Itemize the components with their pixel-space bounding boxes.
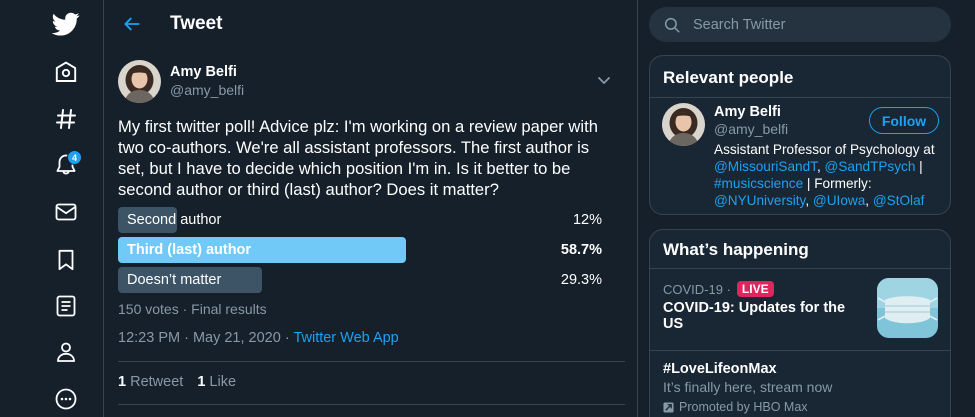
notification-badge: 4: [67, 150, 82, 165]
hashtag-icon[interactable]: [48, 101, 84, 137]
poll-option-percent: 58.7%: [560, 242, 602, 258]
poll-option: Third (last) author 58.7%: [118, 237, 608, 263]
bio-link[interactable]: @StOlaf: [873, 193, 925, 208]
bell-icon[interactable]: 4: [48, 147, 84, 183]
arrow-left-icon: [124, 17, 140, 31]
home-icon[interactable]: [48, 54, 84, 90]
tweet-options-button[interactable]: [594, 70, 614, 90]
tweet-text: My first twitter poll! Advice plz: I'm w…: [118, 117, 598, 199]
chevron-down-icon: [598, 77, 610, 84]
tweet-timestamp: 12:23 PM · May 21, 2020 · Twitter Web Ap…: [118, 330, 399, 346]
more-icon[interactable]: [48, 381, 84, 417]
search-icon: [664, 17, 680, 33]
trend-category-text: COVID-19 ·: [663, 281, 731, 297]
likes-label: Like: [209, 374, 237, 390]
sidebar-nav: 4: [0, 0, 110, 417]
person-bio: Assistant Professor of Psychology at @Mi…: [714, 141, 944, 209]
poll-option: Second author 12%: [118, 207, 608, 233]
bio-text: ,: [865, 193, 873, 208]
divider: [650, 268, 950, 269]
app: 4 Tweet Amy Belfi @amy_belfi My first tw…: [0, 0, 975, 417]
person-handle[interactable]: @amy_belfi: [714, 121, 788, 137]
whats-happening-title: What’s happening: [663, 240, 809, 259]
divider: [118, 404, 625, 405]
promoted-by: Promoted by HBO Max: [663, 400, 808, 414]
relevant-people-title: Relevant people: [663, 68, 794, 87]
bio-text: ,: [816, 159, 825, 174]
tweet-source-link[interactable]: Twitter Web App: [293, 330, 398, 346]
divider: [650, 350, 950, 351]
poll-option: Doesn’t matter 29.3%: [118, 267, 608, 293]
author-name[interactable]: Amy Belfi: [170, 64, 237, 80]
retweets-stat[interactable]: 1 Retweet: [118, 374, 183, 390]
search-box: [649, 7, 951, 42]
bio-text: Assistant Professor of Psychology at: [714, 142, 935, 157]
person-name[interactable]: Amy Belfi: [714, 104, 781, 120]
page-header: Tweet: [104, 0, 639, 48]
trend-category: COVID-19 · LIVE: [663, 281, 774, 297]
poll-option-percent: 29.3%: [560, 272, 602, 288]
page-title: Tweet: [170, 13, 223, 34]
tweet-stats: 1 Retweet 1 Like: [118, 374, 236, 390]
retweets-label: Retweet: [130, 374, 184, 390]
poll-option-label: Doesn’t matter: [127, 272, 222, 288]
likes-count: 1: [197, 374, 206, 390]
likes-stat[interactable]: 1 Like: [197, 374, 236, 390]
trend-title: COVID-19: Updates for the US: [663, 300, 846, 332]
whats-happening-card: What’s happening COVID-19 · LIVE COVID-19…: [649, 229, 951, 417]
bio-text: | Formerly:: [803, 176, 872, 191]
twitter-logo-icon[interactable]: [48, 6, 84, 42]
promoted-by-text: Promoted by HBO Max: [679, 400, 808, 414]
search-input[interactable]: [693, 15, 933, 35]
main-column: Tweet Amy Belfi @amy_belfi My first twit…: [103, 0, 638, 417]
poll-results-meta: 150 votes · Final results: [118, 301, 267, 317]
list-icon[interactable]: [48, 288, 84, 324]
promoted-icon: [663, 401, 674, 413]
author-avatar[interactable]: [118, 60, 161, 103]
divider: [650, 97, 950, 98]
mail-icon[interactable]: [48, 194, 84, 230]
divider: [118, 361, 625, 362]
relevant-people-card: Relevant people Amy Belfi @amy_belfi Fol…: [649, 55, 951, 215]
live-badge: LIVE: [736, 281, 774, 297]
bio-link[interactable]: @UIowa: [813, 193, 865, 208]
trend-image: [877, 278, 938, 338]
poll-option-label: Second author: [127, 212, 222, 228]
poll-option-percent: 12%: [572, 212, 602, 228]
promoted-trend-title: #LoveLifeonMax: [663, 361, 777, 377]
bio-link[interactable]: @NYUniversity: [714, 193, 805, 208]
bio-text: |: [915, 159, 923, 174]
bio-link[interactable]: @SandTPsych: [825, 159, 916, 174]
bio-text: ,: [805, 193, 813, 208]
back-button[interactable]: [118, 10, 146, 38]
bio-link[interactable]: #musicscience: [714, 176, 803, 191]
promoted-trend-subtitle: It’s finally here, stream now: [663, 379, 833, 395]
bio-link[interactable]: @MissouriSandT: [714, 159, 817, 174]
bookmark-icon[interactable]: [48, 242, 84, 278]
retweets-count: 1: [118, 374, 127, 390]
person-avatar[interactable]: [662, 103, 705, 146]
timestamp-text[interactable]: 12:23 PM · May 21, 2020 ·: [118, 330, 293, 346]
follow-button[interactable]: Follow: [869, 107, 939, 134]
profile-icon[interactable]: [48, 334, 84, 370]
poll-option-label: Third (last) author: [127, 242, 252, 258]
author-handle[interactable]: @amy_belfi: [170, 82, 244, 98]
